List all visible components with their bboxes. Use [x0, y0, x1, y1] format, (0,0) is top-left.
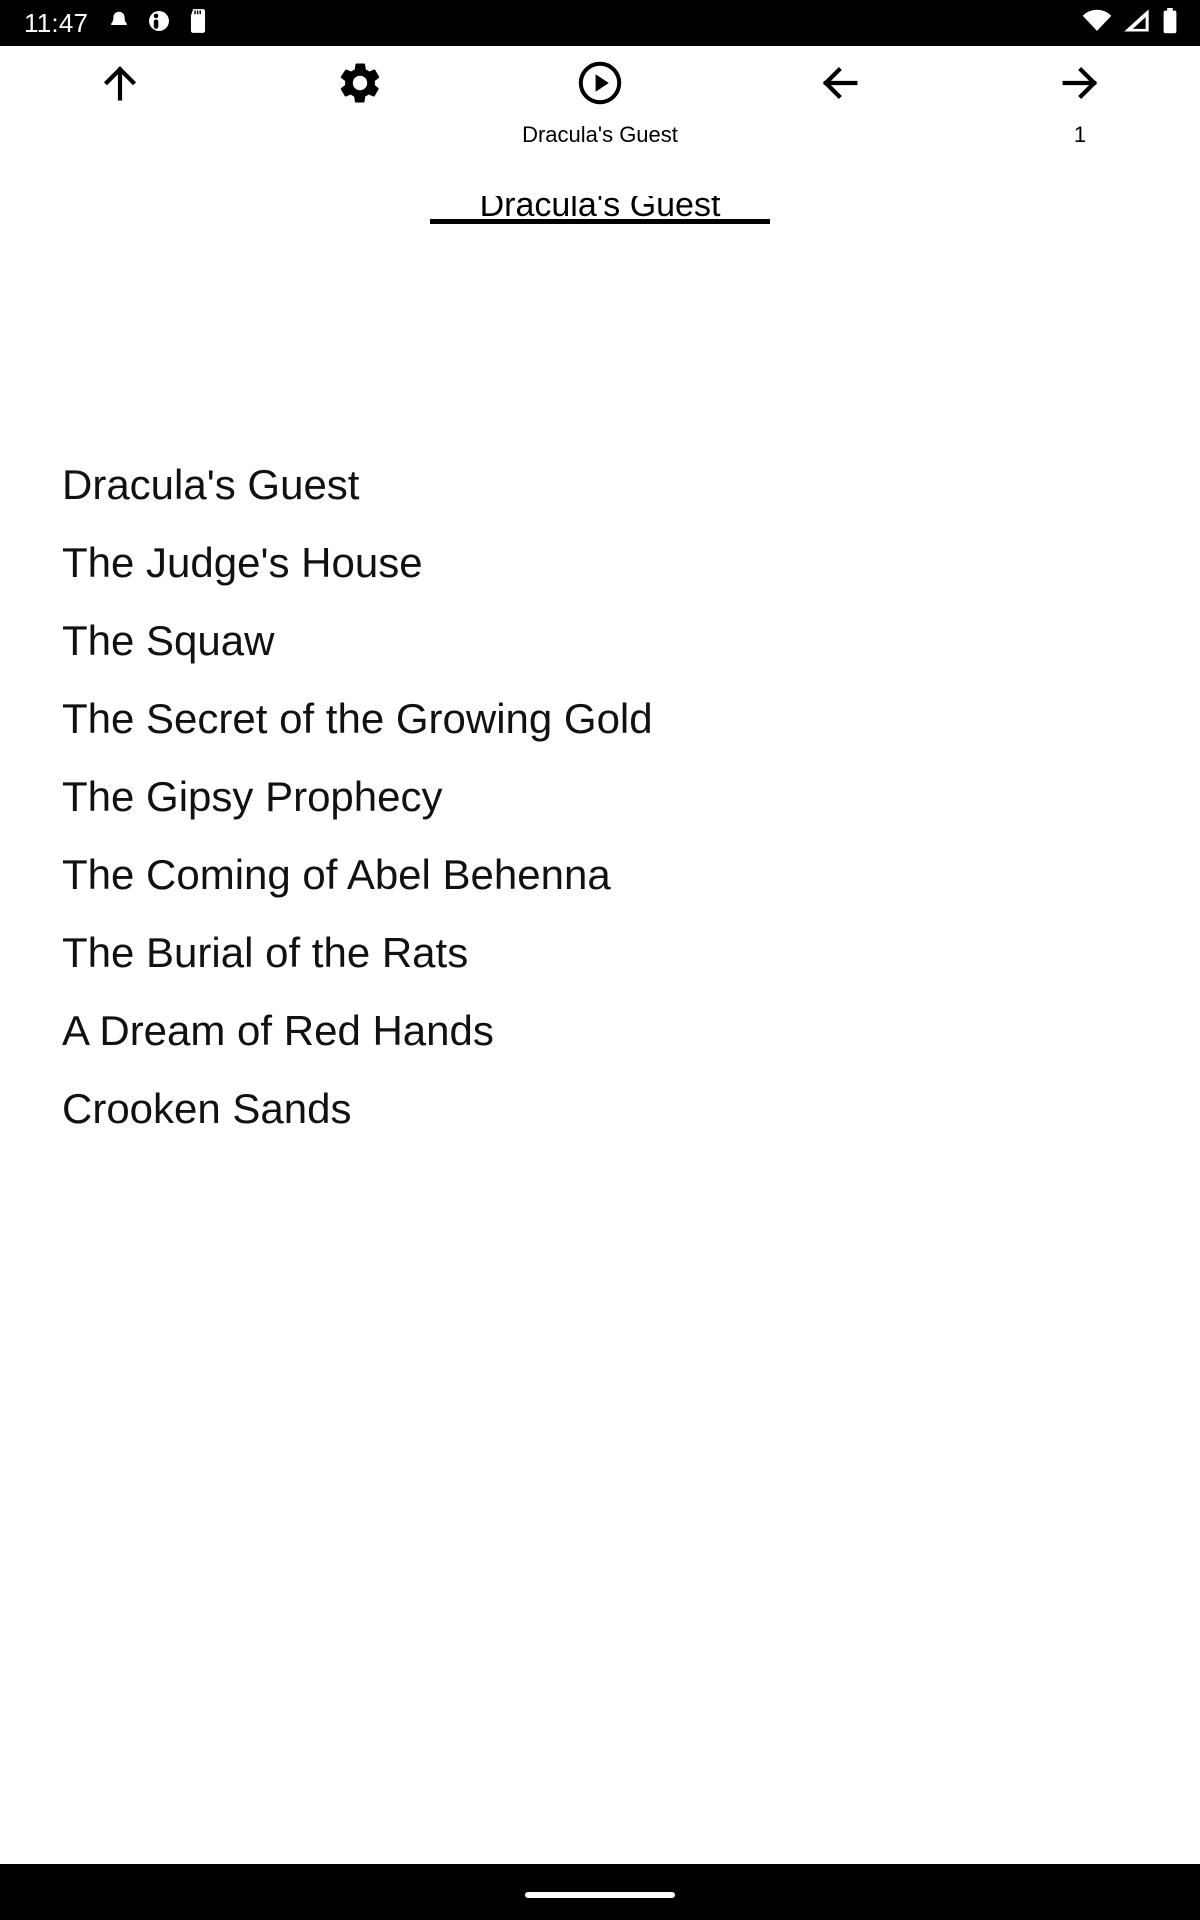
status-bar-clock: 11:47	[24, 8, 89, 38]
page-number-label: 1	[1073, 122, 1087, 147]
list-item[interactable]: Crooken Sands	[62, 1088, 352, 1166]
scroll-up-button[interactable]	[0, 46, 240, 122]
next-page-button[interactable]	[960, 46, 1200, 122]
list-item[interactable]: A Dream of Red Hands	[62, 1010, 494, 1088]
current-story-label: Dracula's Guest	[522, 122, 678, 147]
settings-button[interactable]	[240, 46, 480, 122]
status-bar-left-icons	[106, 8, 210, 39]
arrow-right-icon	[1057, 60, 1103, 109]
phone-screen: 11:47 Dracula's Guest 1 Dracula's Guest …	[0, 0, 1200, 1920]
list-item[interactable]: The Secret of the Growing Gold	[62, 698, 653, 776]
cellular-signal-icon	[1123, 8, 1151, 38]
list-item[interactable]: Dracula's Guest	[62, 464, 359, 542]
battery-icon	[1162, 7, 1178, 39]
play-button[interactable]	[480, 46, 720, 122]
toolbar-sublabel-row: Dracula's Guest 1	[0, 122, 1200, 164]
sd-card-icon	[186, 8, 210, 39]
home-gesture-pill[interactable]	[525, 1892, 675, 1898]
arrow-left-icon	[817, 60, 863, 109]
arrow-up-icon	[97, 60, 143, 109]
selected-title-banner: Dracula's Guest	[430, 196, 770, 224]
system-navigation-bar	[0, 1864, 1200, 1920]
previous-page-button[interactable]	[720, 46, 960, 122]
status-bar-right-icons	[1082, 7, 1178, 39]
list-item[interactable]: The Gipsy Prophecy	[62, 776, 443, 854]
status-bar: 11:47	[0, 0, 1200, 46]
content-area: Dracula's Guest The Judge's House The Sq…	[0, 164, 1200, 1920]
list-item[interactable]: The Squaw	[62, 620, 274, 698]
list-item[interactable]: The Burial of the Rats	[62, 932, 468, 1010]
selected-title-text: Dracula's Guest	[479, 196, 721, 224]
list-item[interactable]: The Judge's House	[62, 542, 423, 620]
wifi-icon	[1082, 9, 1112, 38]
play-circle-icon	[576, 59, 624, 110]
app-toolbar: Dracula's Guest 1	[0, 46, 1200, 164]
app-badge-icon	[146, 8, 172, 39]
toolbar-button-row	[0, 46, 1200, 122]
notification-bell-icon	[106, 8, 132, 39]
list-item[interactable]: The Coming of Abel Behenna	[62, 854, 611, 932]
gear-icon	[336, 59, 384, 110]
story-list: Dracula's Guest The Judge's House The Sq…	[62, 464, 1200, 1166]
